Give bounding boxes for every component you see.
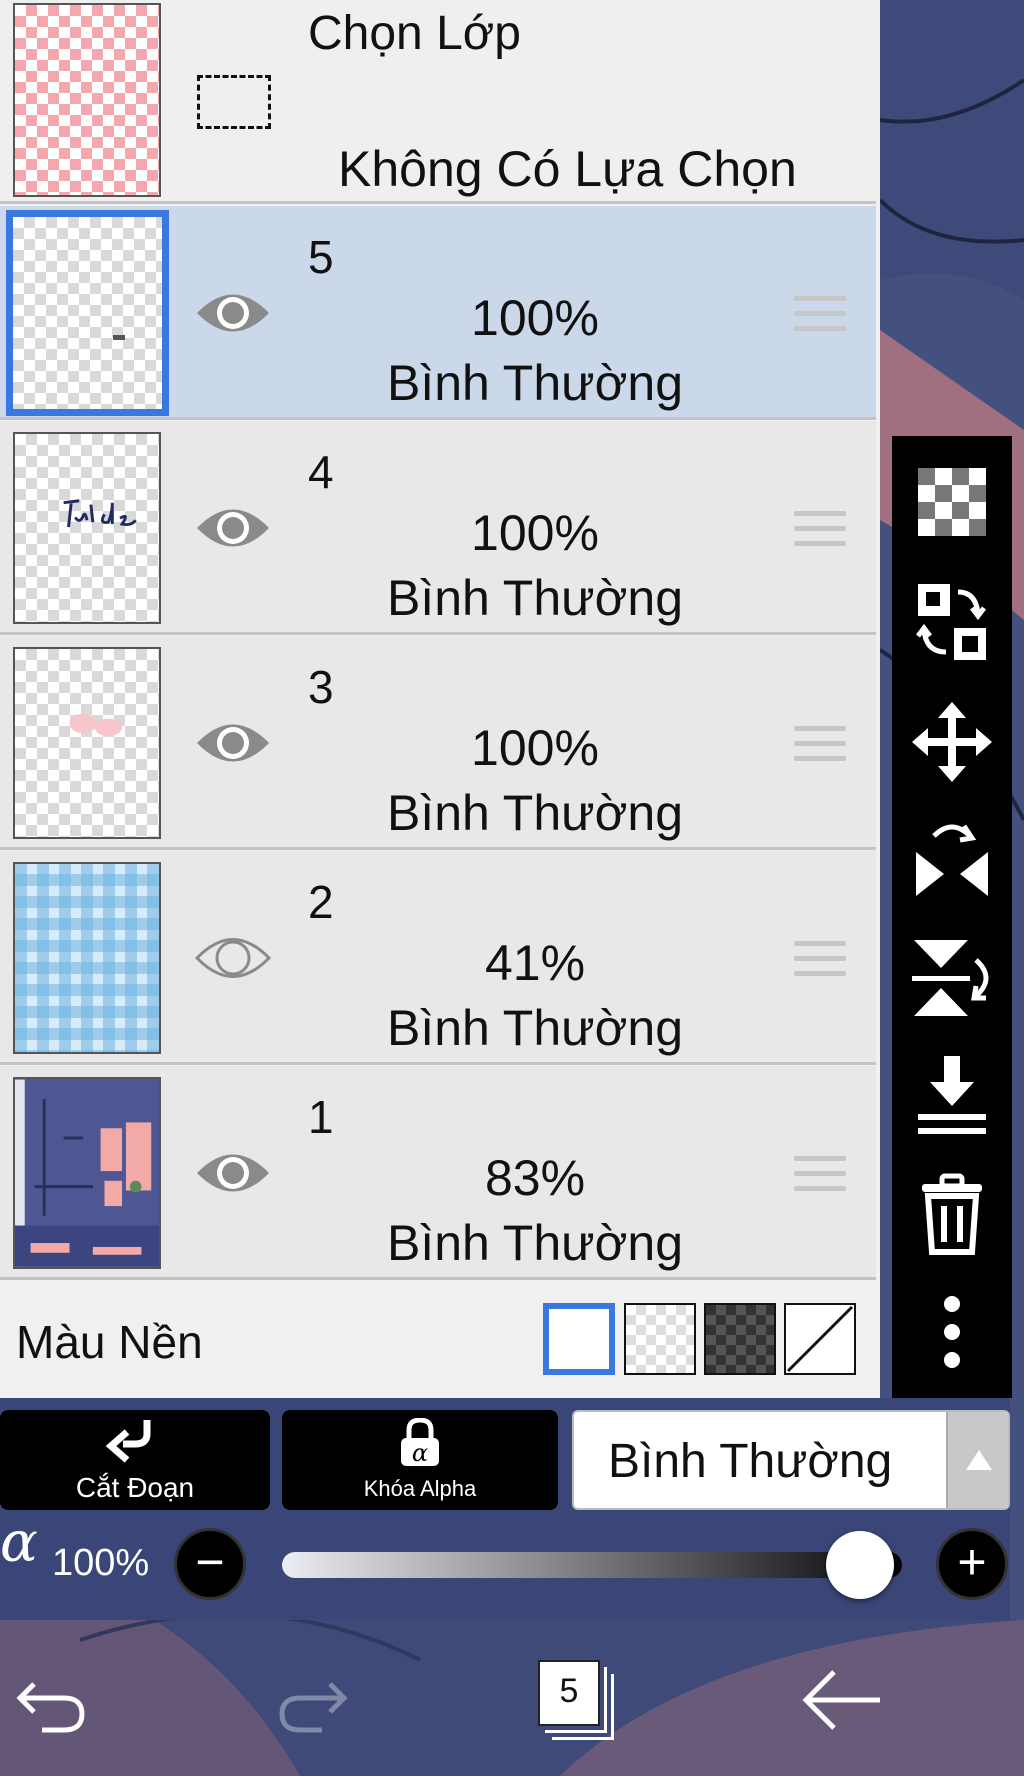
swap-layers-icon[interactable] xyxy=(906,576,998,668)
svg-text:α: α xyxy=(412,1439,428,1467)
selection-layer-thumbnail xyxy=(13,3,161,197)
layers-panel: Chọn Lớp Không Có Lựa Chọn 5 100% Bình T… xyxy=(0,0,880,1398)
layer-row-3[interactable]: 3 100% Bình Thường xyxy=(0,636,876,850)
eye-visible-icon[interactable] xyxy=(194,501,272,555)
layer-blend-mode: Bình Thường xyxy=(386,1000,684,1056)
layers-button[interactable]: 5 xyxy=(538,1660,618,1744)
alpha-lock-button[interactable]: α Khóa Alpha xyxy=(282,1410,558,1510)
background-transparent-dark-swatch[interactable] xyxy=(704,1303,776,1375)
merge-down-icon[interactable] xyxy=(906,1050,998,1142)
background-color-label: Màu Nền xyxy=(16,1316,203,1368)
layer-row-2[interactable]: 2 41% Bình Thường xyxy=(0,851,876,1065)
layer-opacity: 100% xyxy=(471,505,599,561)
more-icon[interactable] xyxy=(906,1286,998,1378)
opacity-value: 100% xyxy=(52,1542,150,1584)
layer-opacity: 83% xyxy=(484,1150,586,1206)
alpha-lock-icon: α xyxy=(401,1418,439,1467)
layer-selection-row[interactable]: Chọn Lớp Không Có Lựa Chọn xyxy=(0,0,876,204)
layer-opacity: 41% xyxy=(484,935,586,991)
flip-horizontal-icon[interactable] xyxy=(906,814,998,906)
opacity-slider-thumb[interactable] xyxy=(826,1531,894,1599)
redo-icon[interactable] xyxy=(272,1660,352,1740)
blend-mode-dropdown[interactable]: Bình Thường xyxy=(572,1410,1010,1510)
alpha-lock-label: Khóa Alpha xyxy=(363,1476,477,1501)
new-layer-icon[interactable] xyxy=(906,456,998,548)
layer-row-1[interactable]: 1 83% Bình Thường xyxy=(0,1066,876,1280)
opacity-decrease-button[interactable]: − xyxy=(174,1528,246,1600)
layer-name: 3 xyxy=(308,661,334,713)
select-layer-title: Chọn Lớp xyxy=(308,7,521,60)
bottom-controls: Cắt Đoạn α Khóa Alpha Bình Thường α 100%… xyxy=(0,1398,1024,1776)
layer-count: 5 xyxy=(559,1672,579,1710)
drag-handle-icon[interactable] xyxy=(794,1156,846,1192)
layer-thumbnail xyxy=(13,647,161,839)
background-white-swatch[interactable] xyxy=(543,1303,615,1375)
eye-visible-icon[interactable] xyxy=(194,716,272,770)
layer-thumbnail xyxy=(13,1077,161,1269)
layer-blend-mode: Bình Thường xyxy=(386,570,684,626)
eye-visible-icon[interactable] xyxy=(194,1146,272,1200)
undo-icon[interactable] xyxy=(12,1660,92,1740)
flip-vertical-icon[interactable] xyxy=(906,932,998,1024)
clipping-label: Cắt Đoạn xyxy=(75,1472,195,1503)
layer-thumbnail xyxy=(6,210,169,416)
layer-blend-mode: Bình Thường xyxy=(386,355,684,411)
layer-name: 1 xyxy=(308,1091,334,1143)
layer-opacity: 100% xyxy=(471,290,599,346)
layer-opacity: 100% xyxy=(471,720,599,776)
layer-name: 2 xyxy=(308,876,334,928)
opacity-slider[interactable] xyxy=(282,1531,902,1599)
layer-blend-mode: Bình Thường xyxy=(386,1215,684,1271)
layer-row-4[interactable]: 4 100% Bình Thường xyxy=(0,421,876,635)
drag-handle-icon[interactable] xyxy=(794,511,846,547)
blend-mode-value: Bình Thường xyxy=(608,1435,893,1488)
layer-row-5[interactable]: 5 100% Bình Thường xyxy=(0,206,876,420)
alpha-symbol: α xyxy=(0,1510,38,1575)
trash-icon[interactable] xyxy=(906,1168,998,1260)
background-transparent-light-swatch[interactable] xyxy=(624,1303,696,1375)
move-icon[interactable] xyxy=(906,696,998,788)
layer-tools-toolbar xyxy=(892,436,1012,1398)
layer-name: 5 xyxy=(308,231,334,283)
layer-blend-mode: Bình Thường xyxy=(386,785,684,841)
dropdown-arrow-icon xyxy=(946,1412,1008,1508)
drag-handle-icon[interactable] xyxy=(794,296,846,332)
opacity-increase-button[interactable]: + xyxy=(936,1528,1008,1600)
layer-name: 4 xyxy=(308,446,334,498)
clipping-arrow-icon xyxy=(105,1420,151,1463)
selection-status: Không Có Lựa Chọn xyxy=(338,141,797,197)
drag-handle-icon[interactable] xyxy=(794,726,846,762)
back-arrow-icon[interactable] xyxy=(796,1660,886,1740)
layer-thumbnail xyxy=(13,432,161,624)
eye-hidden-icon[interactable] xyxy=(194,931,272,985)
drag-handle-icon[interactable] xyxy=(794,941,846,977)
background-none-swatch[interactable] xyxy=(784,1303,856,1375)
clipping-button[interactable]: Cắt Đoạn xyxy=(0,1410,270,1510)
layer-thumbnail xyxy=(13,862,161,1054)
eye-visible-icon[interactable] xyxy=(194,286,272,340)
selection-marquee-icon xyxy=(197,75,271,129)
